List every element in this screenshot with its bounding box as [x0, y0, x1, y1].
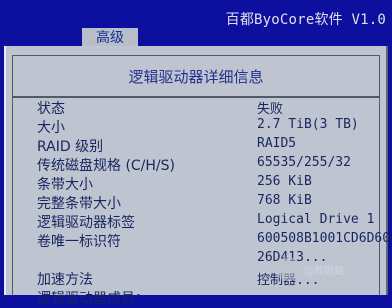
- stripe-size-value: 256 KiB: [257, 174, 312, 189]
- detail-row-members: 逻辑驱动器成员：: [13, 288, 379, 307]
- top-bar: 百都ByoCore软件 V1.0 高级: [0, 0, 392, 48]
- full-stripe-size-value: 768 KiB: [257, 193, 312, 208]
- detail-row-volume-id: 卷唯一标识符 600508B1001CD6D604: [13, 231, 392, 250]
- geometry-label: 传统磁盘规格 (C/H/S): [37, 158, 175, 174]
- app-brand: 百都ByoCore软件 V1.0: [225, 12, 386, 28]
- detail-row-status: 状态 失败: [13, 98, 379, 117]
- geometry-value: 65535/255/32: [257, 155, 351, 170]
- title-frame: 逻辑驱动器详细信息: [12, 55, 380, 98]
- status-label: 状态: [37, 101, 65, 117]
- size-value: 2.7 TiB(3 TB): [257, 117, 359, 132]
- members-label: 逻辑驱动器成员：: [37, 291, 149, 307]
- detail-row-full-stripe-size: 完整条带大小 768 KiB: [13, 193, 379, 212]
- size-label: 大小: [37, 120, 65, 136]
- detail-row-geometry: 传统磁盘规格 (C/H/S) 65535/255/32: [13, 155, 379, 174]
- volume-id-label: 卷唯一标识符: [37, 234, 121, 250]
- detail-row-stripe-size: 条带大小 256 KiB: [13, 174, 379, 193]
- panel-title: 逻辑驱动器详细信息: [128, 68, 264, 86]
- raid-level-label: RAID 级别: [37, 139, 104, 155]
- detail-row-drive-label: 逻辑驱动器标签 Logical Drive 1: [13, 212, 379, 231]
- detail-row-raid-level: RAID 级别 RAID5: [13, 136, 379, 155]
- status-value: 失败: [257, 102, 284, 117]
- watermark-text: @数据蛙: [304, 266, 344, 277]
- tab-advanced[interactable]: 高级: [82, 28, 138, 48]
- detail-row-size: 大小 2.7 TiB(3 TB): [13, 117, 379, 136]
- volume-id-value: 600508B1001CD6D604: [257, 231, 392, 246]
- acceleration-label: 加速方法: [37, 272, 93, 288]
- stripe-size-label: 条带大小: [37, 177, 93, 193]
- raid-level-value: RAID5: [257, 136, 297, 151]
- drive-label-label: 逻辑驱动器标签: [37, 215, 135, 231]
- watermark-logo-icon: [276, 257, 300, 281]
- full-stripe-size-label: 完整条带大小: [37, 196, 121, 212]
- watermark: @数据蛙: [274, 253, 384, 285]
- drive-label-value: Logical Drive 1: [257, 212, 375, 227]
